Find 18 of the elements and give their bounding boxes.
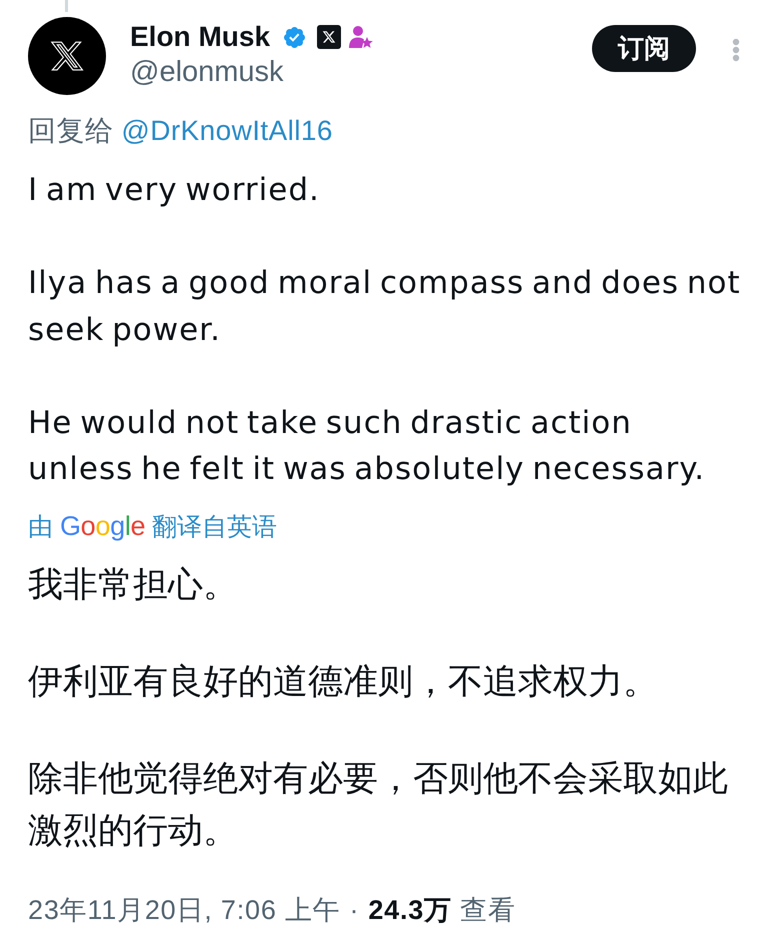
translated-paragraph: 除非他觉得绝对有必要，否则他不会采取如此激烈的行动。	[28, 758, 729, 852]
subscribe-button[interactable]: 订阅	[592, 25, 696, 72]
tweet-paragraph: I am very worried.	[28, 171, 321, 210]
separator-dot: ·	[350, 894, 360, 926]
author-name[interactable]: Elon Musk	[130, 19, 270, 55]
avatar-icon[interactable]	[28, 17, 106, 95]
mention-link[interactable]: @DrKnowItAll16	[121, 115, 333, 146]
view-count[interactable]: 24.3万 查看	[368, 892, 516, 926]
translation-attribution[interactable]: 由 Google 翻译自英语	[28, 508, 748, 544]
translated-paragraph: 伊利亚有良好的道德准则，不追求权力。	[28, 660, 659, 702]
tweet-timestamp[interactable]: 23年11月20日, 7:06 上午	[28, 892, 341, 926]
tweet-paragraph: He would not take such drastic action unless he felt it was absolutely necessary.	[28, 404, 706, 489]
person-star-icon	[349, 25, 374, 49]
x-badge-icon	[317, 25, 342, 49]
tweet-paragraph: Ilya has a good moral compass and does not seek power.	[28, 264, 742, 350]
translated-paragraph: 我非常担心。	[28, 564, 239, 606]
author-handle[interactable]: @elonmusk	[130, 55, 592, 89]
reply-context: 回复给 @DrKnowItAll16	[28, 114, 334, 148]
